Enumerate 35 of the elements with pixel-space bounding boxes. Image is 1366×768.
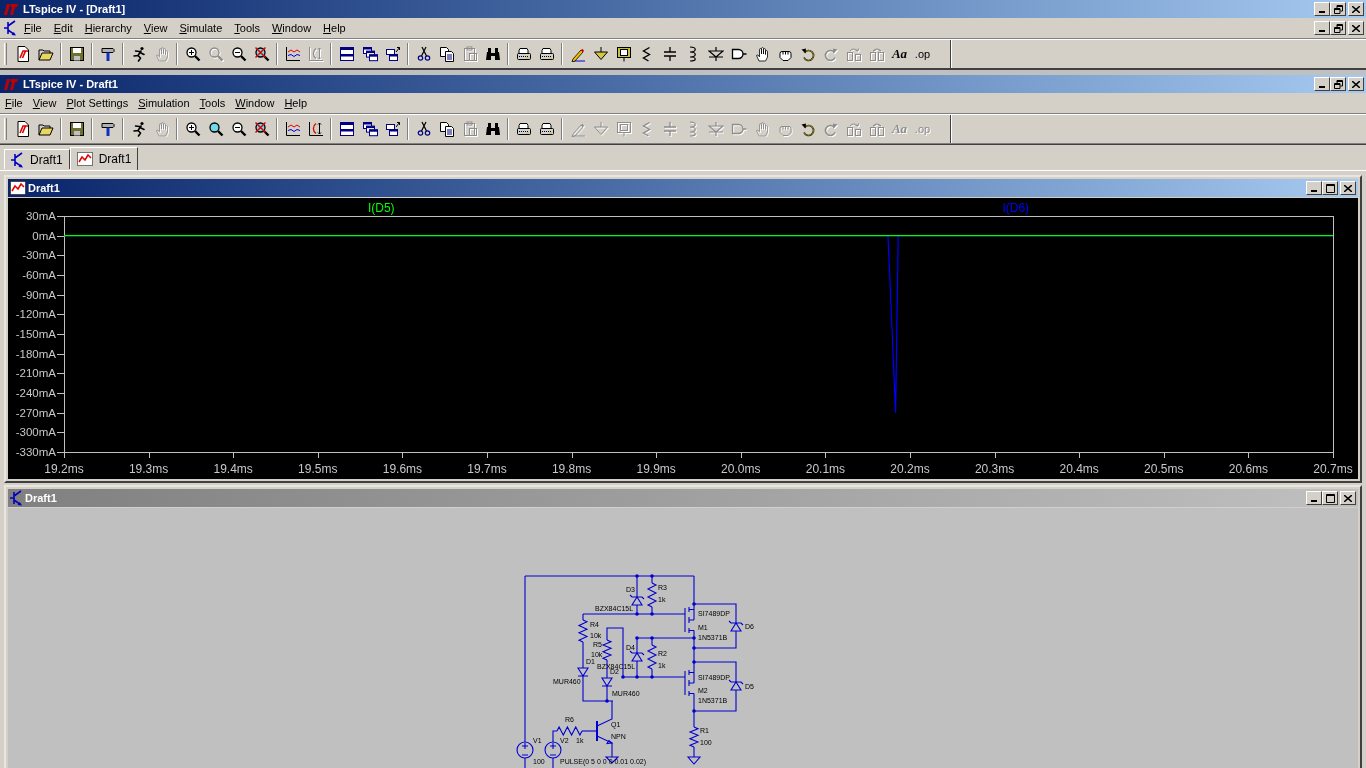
x-axis-label: 20.2ms xyxy=(890,462,930,476)
x-axis-label: 20.5ms xyxy=(1144,462,1184,476)
x-axis-label: 20.0ms xyxy=(721,462,761,476)
y-axis-label: -60mA xyxy=(22,269,56,281)
y-axis-label: -300mA xyxy=(15,426,56,439)
y-axis-label: -90mA xyxy=(22,288,56,301)
x-axis-label: 19.8ms xyxy=(551,462,592,476)
y-axis-label: -120mA xyxy=(15,308,56,321)
x-axis-label: 20.3ms xyxy=(974,462,1015,476)
x-axis-label: 19.9ms xyxy=(636,462,676,476)
trace-label: I(D5) xyxy=(367,201,395,215)
trace-label: I(D6) xyxy=(1002,201,1030,215)
x-axis-label: 19.5ms xyxy=(298,462,338,476)
window-title: Draft1 xyxy=(28,180,60,196)
x-axis-label: 19.7ms xyxy=(467,462,507,476)
x-axis-label: 19.6ms xyxy=(382,462,423,476)
y-axis-label: -150mA xyxy=(15,328,56,340)
x-axis-label: 20.6ms xyxy=(1228,462,1269,476)
x-axis-label: 19.3ms xyxy=(128,462,169,476)
y-axis-label: -270mA xyxy=(15,406,56,419)
x-axis-label: 20.4ms xyxy=(1059,462,1099,476)
x-axis-label: 20.7ms xyxy=(1313,462,1353,476)
y-axis-label: -30mA xyxy=(22,249,56,262)
window-title: LTspice IV - Draft1 xyxy=(23,76,118,92)
y-axis-label: -210mA xyxy=(15,367,56,380)
y-axis-label: -180mA xyxy=(15,347,56,360)
y-axis-label: 0mA xyxy=(32,229,56,242)
x-axis-label: 19.4ms xyxy=(213,462,253,476)
x-axis-label: 20.1ms xyxy=(805,462,846,476)
window-title: LTspice IV - [Draft1] xyxy=(23,1,126,17)
y-axis-label: 30mA xyxy=(25,210,56,222)
y-axis-label: -240mA xyxy=(15,387,56,399)
y-axis-label: -330mA xyxy=(15,446,56,458)
x-axis-label: 19.2ms xyxy=(44,462,84,476)
window-title: Draft1 xyxy=(25,490,57,506)
